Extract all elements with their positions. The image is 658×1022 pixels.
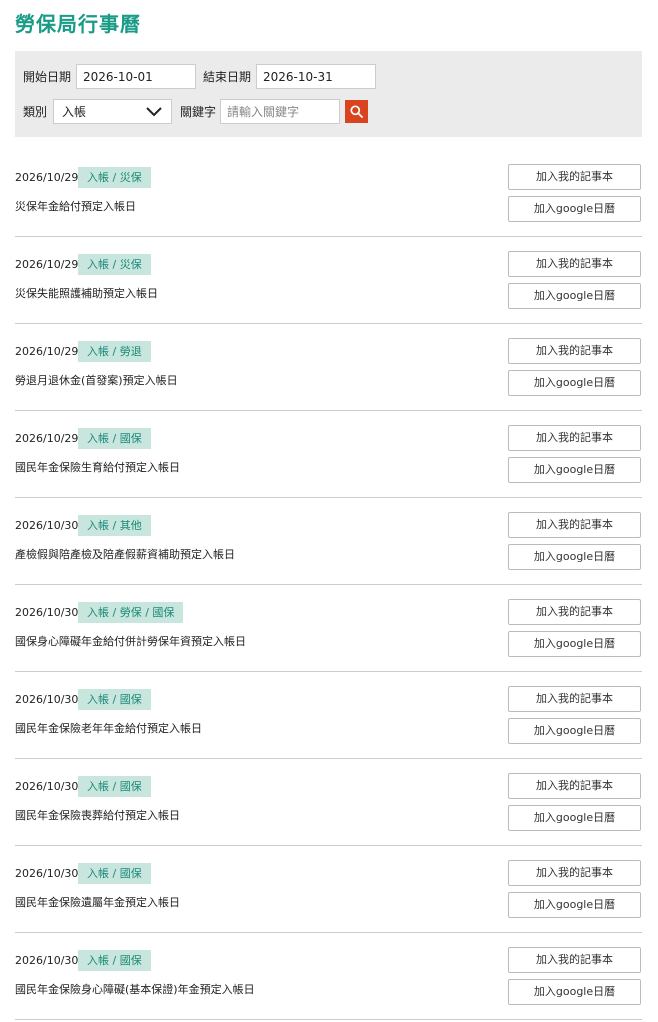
add-to-notebook-button[interactable]: 加入我的記事本	[508, 599, 641, 625]
add-to-google-calendar-button[interactable]: 加入google日曆	[508, 718, 641, 744]
add-to-google-calendar-button[interactable]: 加入google日曆	[508, 892, 641, 918]
add-to-google-calendar-button[interactable]: 加入google日曆	[508, 370, 641, 396]
event-category-tag: 入帳 / 國保	[78, 776, 151, 797]
event-category-tag: 入帳 / 勞保 / 國保	[78, 602, 184, 623]
search-icon	[350, 105, 363, 118]
calendar-page: 勞保局行事曆 開始日期 結束日期 類別 入帳 關鍵字 2026/10/29 入帳…	[0, 0, 658, 1022]
event-date: 2026/10/30	[15, 606, 79, 619]
keyword-input[interactable]	[220, 99, 340, 124]
event-title: 國民年金保險遺屬年金預定入帳日	[15, 896, 180, 909]
chevron-down-icon	[146, 107, 162, 117]
event-title: 勞退月退休金(首發案)預定入帳日	[15, 374, 178, 387]
event-title: 國民年金保險身心障礙(基本保證)年金預定入帳日	[15, 983, 255, 996]
event-category-tag: 入帳 / 國保	[78, 428, 151, 449]
event-item: 2026/10/29 入帳 / 災保 災保失能照護補助預定入帳日 加入我的記事本…	[15, 237, 642, 324]
start-date-label: 開始日期	[23, 70, 72, 84]
add-to-google-calendar-button[interactable]: 加入google日曆	[508, 979, 641, 1005]
event-category-tag: 入帳 / 國保	[78, 689, 151, 710]
event-category-tag: 入帳 / 災保	[78, 254, 151, 275]
event-item: 2026/10/30 入帳 / 國保 國民年金保險遺屬年金預定入帳日 加入我的記…	[15, 846, 642, 933]
add-to-notebook-button[interactable]: 加入我的記事本	[508, 947, 641, 973]
event-title: 國民年金保險喪葬給付預定入帳日	[15, 809, 180, 822]
add-to-notebook-button[interactable]: 加入我的記事本	[508, 512, 641, 538]
event-item: 2026/10/30 入帳 / 勞保 / 國保 國保身心障礙年金給付併計勞保年資…	[15, 585, 642, 672]
event-category-tag: 入帳 / 災保	[78, 167, 151, 188]
add-to-notebook-button[interactable]: 加入我的記事本	[508, 164, 641, 190]
event-category-tag: 入帳 / 國保	[78, 863, 151, 884]
add-to-notebook-button[interactable]: 加入我的記事本	[508, 686, 641, 712]
category-select-value: 入帳	[62, 105, 87, 119]
event-date: 2026/10/30	[15, 780, 79, 793]
event-title: 災保失能照護補助預定入帳日	[15, 287, 158, 300]
event-date: 2026/10/30	[15, 519, 79, 532]
event-item: 2026/10/29 入帳 / 勞退 勞退月退休金(首發案)預定入帳日 加入我的…	[15, 324, 642, 411]
add-to-google-calendar-button[interactable]: 加入google日曆	[508, 805, 641, 831]
search-button[interactable]	[345, 100, 368, 123]
keyword-label: 關鍵字	[180, 105, 217, 119]
event-title: 災保年金給付預定入帳日	[15, 200, 136, 213]
event-item: 2026/10/30 入帳 / 國保 國民年金保險喪葬給付預定入帳日 加入我的記…	[15, 759, 642, 846]
add-to-notebook-button[interactable]: 加入我的記事本	[508, 251, 641, 277]
event-item: 2026/10/30 入帳 / 其他 產檢假與陪產檢及陪產假薪資補助預定入帳日 …	[15, 498, 642, 585]
add-to-google-calendar-button[interactable]: 加入google日曆	[508, 631, 641, 657]
event-date: 2026/10/30	[15, 693, 79, 706]
event-date: 2026/10/29	[15, 345, 79, 358]
event-item: 2026/10/29 入帳 / 災保 災保年金給付預定入帳日 加入我的記事本 加…	[15, 150, 642, 237]
page-title: 勞保局行事曆	[15, 12, 141, 36]
add-to-google-calendar-button[interactable]: 加入google日曆	[508, 196, 641, 222]
start-date-input[interactable]	[76, 64, 196, 89]
event-category-tag: 入帳 / 勞退	[78, 341, 151, 362]
event-title: 產檢假與陪產檢及陪產假薪資補助預定入帳日	[15, 548, 235, 561]
add-to-notebook-button[interactable]: 加入我的記事本	[508, 338, 641, 364]
event-date: 2026/10/29	[15, 432, 79, 445]
event-title: 國民年金保險老年年金給付預定入帳日	[15, 722, 202, 735]
category-select[interactable]: 入帳	[53, 99, 172, 124]
add-to-google-calendar-button[interactable]: 加入google日曆	[508, 544, 641, 570]
event-date: 2026/10/30	[15, 954, 79, 967]
add-to-google-calendar-button[interactable]: 加入google日曆	[508, 457, 641, 483]
add-to-google-calendar-button[interactable]: 加入google日曆	[508, 283, 641, 309]
event-date: 2026/10/29	[15, 171, 79, 184]
event-date: 2026/10/29	[15, 258, 79, 271]
filter-panel: 開始日期 結束日期 類別 入帳 關鍵字	[15, 51, 642, 137]
event-title: 國保身心障礙年金給付併計勞保年資預定入帳日	[15, 635, 246, 648]
event-item: 2026/10/30 入帳 / 國保 國民年金保險老年年金給付預定入帳日 加入我…	[15, 672, 642, 759]
end-date-label: 結束日期	[203, 70, 252, 84]
event-date: 2026/10/30	[15, 867, 79, 880]
add-to-notebook-button[interactable]: 加入我的記事本	[508, 860, 641, 886]
event-list: 2026/10/29 入帳 / 災保 災保年金給付預定入帳日 加入我的記事本 加…	[15, 150, 642, 1020]
category-label: 類別	[23, 105, 48, 119]
event-title: 國民年金保險生育給付預定入帳日	[15, 461, 180, 474]
end-date-input[interactable]	[256, 64, 376, 89]
add-to-notebook-button[interactable]: 加入我的記事本	[508, 773, 641, 799]
add-to-notebook-button[interactable]: 加入我的記事本	[508, 425, 641, 451]
event-category-tag: 入帳 / 其他	[78, 515, 151, 536]
event-category-tag: 入帳 / 國保	[78, 950, 151, 971]
event-item: 2026/10/30 入帳 / 國保 國民年金保險身心障礙(基本保證)年金預定入…	[15, 933, 642, 1020]
event-item: 2026/10/29 入帳 / 國保 國民年金保險生育給付預定入帳日 加入我的記…	[15, 411, 642, 498]
